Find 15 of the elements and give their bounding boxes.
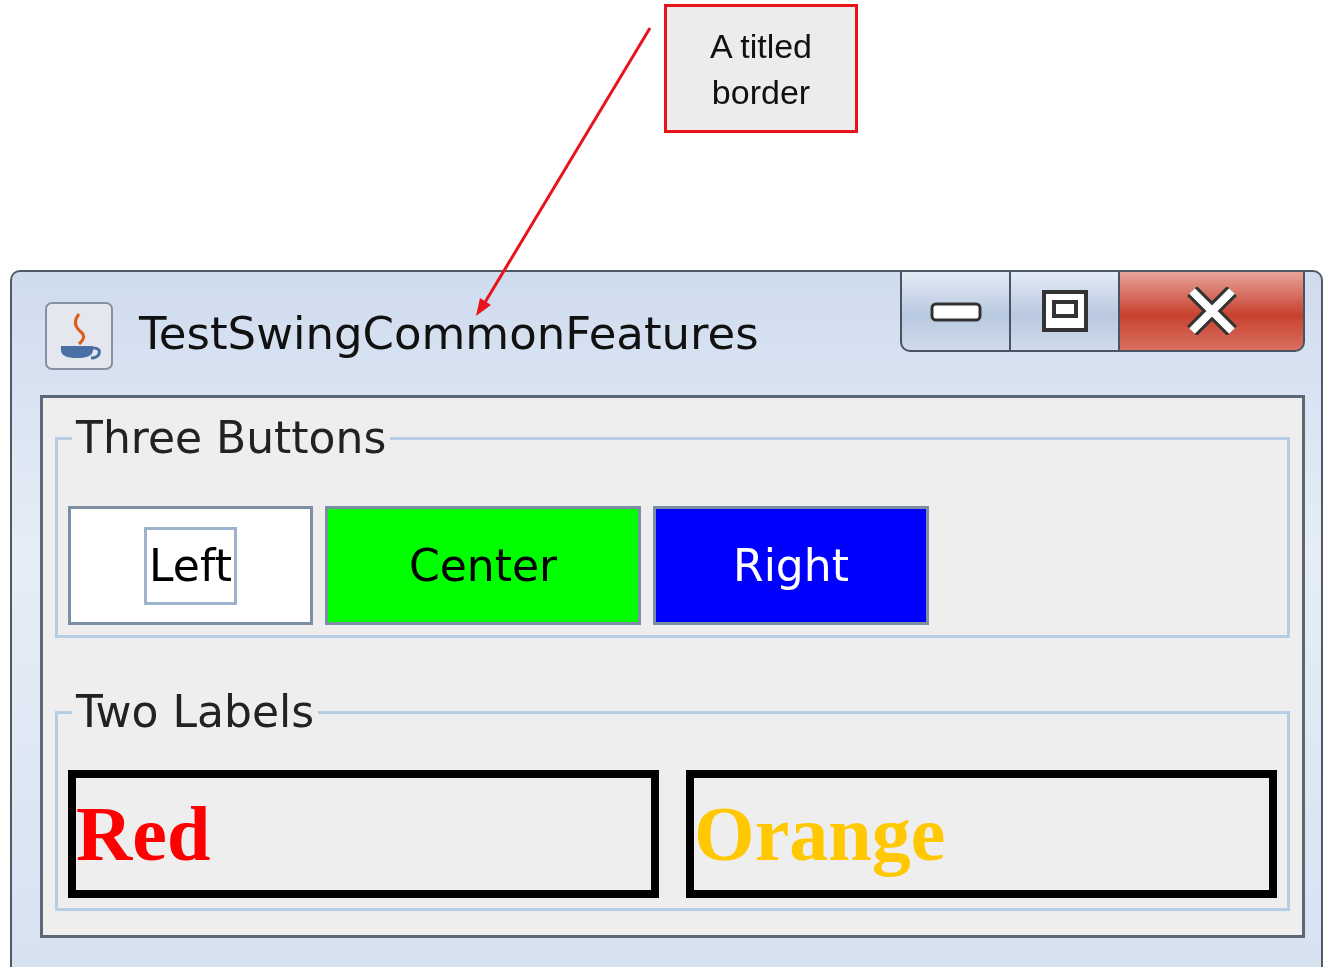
text-label: Orange: [686, 770, 1277, 898]
close-button[interactable]: [1118, 272, 1305, 352]
window-title: TestSwingCommonFeatures: [139, 306, 759, 362]
push-button[interactable]: Left: [68, 506, 313, 625]
minimize-button[interactable]: [900, 272, 1011, 352]
text-label: Red: [68, 770, 659, 898]
group-title: Three Buttons: [75, 411, 388, 465]
callout-note: A titled border: [664, 4, 858, 133]
push-button[interactable]: Center: [325, 506, 641, 625]
group-title: Two Labels: [75, 685, 316, 739]
maximize-icon: [1040, 289, 1089, 333]
maximize-button[interactable]: [1009, 272, 1120, 352]
push-button[interactable]: Right: [653, 506, 929, 625]
close-icon: [1185, 287, 1238, 335]
cup-icon: [45, 302, 113, 370]
